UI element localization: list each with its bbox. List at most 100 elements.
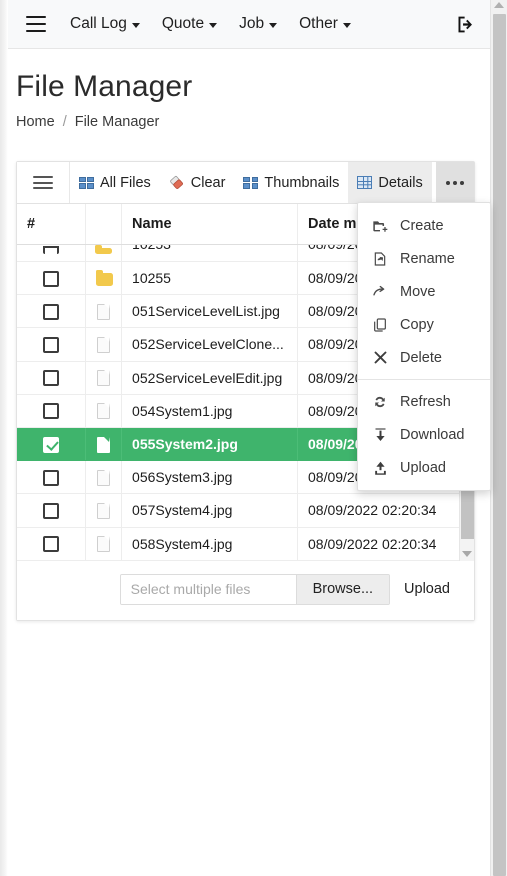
upload-footer: Select multiple files Browse... Upload — [17, 560, 474, 620]
nav-item-label: Job — [239, 15, 265, 32]
upload-button[interactable]: Upload — [390, 581, 460, 597]
menu-item-label: Refresh — [400, 393, 451, 410]
chevron-down-icon[interactable] — [462, 550, 472, 557]
left-gutter — [0, 0, 8, 876]
row-name-cell[interactable]: 10253 — [121, 244, 298, 262]
file-icon — [96, 403, 110, 420]
nav-item-other[interactable]: Other — [299, 15, 351, 33]
column-header-name[interactable]: Name — [121, 204, 298, 245]
menu-item-move[interactable]: Move — [358, 275, 490, 308]
navbar-items: Call Log Quote Job Other — [70, 15, 455, 33]
chevron-down-icon — [269, 23, 278, 28]
chevron-down-icon — [342, 23, 351, 28]
file-icon — [96, 469, 110, 486]
row-type-icon-cell — [85, 460, 123, 495]
row-type-icon-cell — [85, 361, 123, 395]
breadcrumb-current: File Manager — [74, 113, 160, 130]
download-icon — [372, 427, 388, 443]
menu-item-rename[interactable]: Rename — [358, 242, 490, 275]
row-name-cell[interactable]: 057System4.jpg — [121, 493, 298, 528]
row-checkbox-cell[interactable] — [17, 394, 86, 428]
grid-icon — [243, 176, 259, 189]
toolbar-list-icon[interactable] — [17, 162, 70, 203]
row-type-icon-cell — [85, 394, 123, 428]
row-checkbox[interactable] — [42, 270, 59, 287]
browse-button[interactable]: Browse... — [295, 574, 390, 604]
close-x-icon — [372, 350, 388, 365]
file-icon — [96, 303, 110, 320]
chevron-up-icon[interactable] — [494, 2, 504, 8]
hamburger-icon[interactable] — [26, 16, 46, 32]
row-checkbox-cell[interactable] — [17, 244, 86, 262]
dot — [453, 180, 457, 185]
file-icon — [96, 370, 110, 387]
row-checkbox[interactable] — [42, 403, 59, 420]
breadcrumb: Home / File Manager — [16, 114, 474, 130]
menu-divider — [358, 379, 490, 380]
table-row[interactable]: 057System4.jpg 08/09/2022 02:20:34 — [17, 493, 474, 528]
toolbar-button-thumbnails[interactable]: Thumbnails — [234, 162, 348, 203]
nav-item-call-log[interactable]: Call Log — [70, 15, 140, 33]
top-navbar: Call Log Quote Job Other — [8, 0, 490, 49]
page-scrollbar[interactable] — [490, 0, 507, 876]
row-checkbox-cell[interactable] — [17, 527, 86, 561]
table-row[interactable]: 058System4.jpg 08/09/2022 02:20:34 — [17, 527, 474, 561]
row-name-cell[interactable]: 052ServiceLevelEdit.jpg — [121, 361, 298, 395]
file-manager-toolbar: All Files Clear Thumbnails Details — [17, 162, 474, 204]
copy-icon — [372, 317, 388, 333]
toolbar-button-all-files[interactable]: All Files — [70, 162, 160, 203]
row-checkbox-cell[interactable] — [17, 460, 86, 495]
nav-item-label: Quote — [161, 15, 205, 32]
menu-item-copy[interactable]: Copy — [358, 308, 490, 341]
toolbar-button-label: Details — [378, 174, 423, 191]
row-checkbox-checked[interactable] — [42, 436, 59, 453]
row-checkbox[interactable] — [42, 370, 59, 387]
page-scrollbar-thumb[interactable] — [493, 14, 506, 876]
row-name-cell[interactable]: 056System3.jpg — [121, 460, 298, 495]
menu-item-upload[interactable]: Upload — [358, 451, 490, 484]
row-checkbox[interactable] — [42, 337, 59, 354]
file-input-placeholder[interactable]: Select multiple files — [120, 574, 296, 604]
row-checkbox-cell[interactable] — [17, 294, 86, 329]
nav-item-label: Call Log — [70, 15, 127, 32]
menu-item-download[interactable]: Download — [358, 418, 490, 451]
row-name: 10253 — [132, 245, 287, 253]
row-name-cell[interactable]: 054System1.jpg — [121, 394, 298, 428]
file-icon — [96, 536, 110, 553]
row-name-cell[interactable]: 051ServiceLevelList.jpg — [121, 294, 298, 329]
toolbar-button-details[interactable]: Details — [348, 162, 432, 203]
nav-item-job[interactable]: Job — [239, 15, 278, 33]
nav-item-quote[interactable]: Quote — [161, 15, 218, 33]
row-checkbox[interactable] — [42, 303, 59, 320]
row-checkbox[interactable] — [42, 246, 59, 255]
file-icon — [96, 436, 110, 453]
row-checkbox-cell[interactable] — [17, 493, 86, 528]
row-name-cell[interactable]: 055System2.jpg — [121, 427, 298, 462]
row-checkbox[interactable] — [42, 503, 59, 520]
toolbar-button-label: Clear — [190, 174, 226, 191]
move-arrow-icon — [372, 283, 388, 300]
toolbar-more-options-button[interactable] — [436, 162, 474, 203]
row-name-cell[interactable]: 052ServiceLevelClone... — [121, 327, 298, 362]
row-checkbox-cell[interactable] — [17, 327, 86, 362]
file-icon — [96, 337, 110, 354]
column-header-index[interactable]: # — [17, 204, 86, 245]
row-checkbox[interactable] — [42, 469, 59, 486]
menu-item-create[interactable]: Create — [358, 209, 490, 242]
row-checkbox-cell[interactable] — [17, 361, 86, 395]
table-icon — [357, 176, 373, 189]
menu-item-refresh[interactable]: Refresh — [358, 385, 490, 418]
row-checkbox[interactable] — [42, 536, 59, 553]
row-name-cell[interactable]: 058System4.jpg — [121, 527, 298, 561]
row-type-icon-cell — [85, 427, 123, 462]
page-header: File Manager Home / File Manager — [8, 49, 490, 130]
row-checkbox-cell[interactable] — [17, 427, 86, 462]
row-type-icon-cell — [85, 294, 123, 329]
menu-item-delete[interactable]: Delete — [358, 341, 490, 374]
sign-out-icon[interactable] — [455, 14, 476, 35]
row-checkbox-cell[interactable] — [17, 261, 86, 296]
toolbar-button-clear[interactable]: Clear — [160, 162, 235, 203]
row-name-cell[interactable]: 10255 — [121, 261, 298, 296]
page-title: File Manager — [16, 70, 193, 103]
breadcrumb-home[interactable]: Home — [16, 114, 55, 130]
